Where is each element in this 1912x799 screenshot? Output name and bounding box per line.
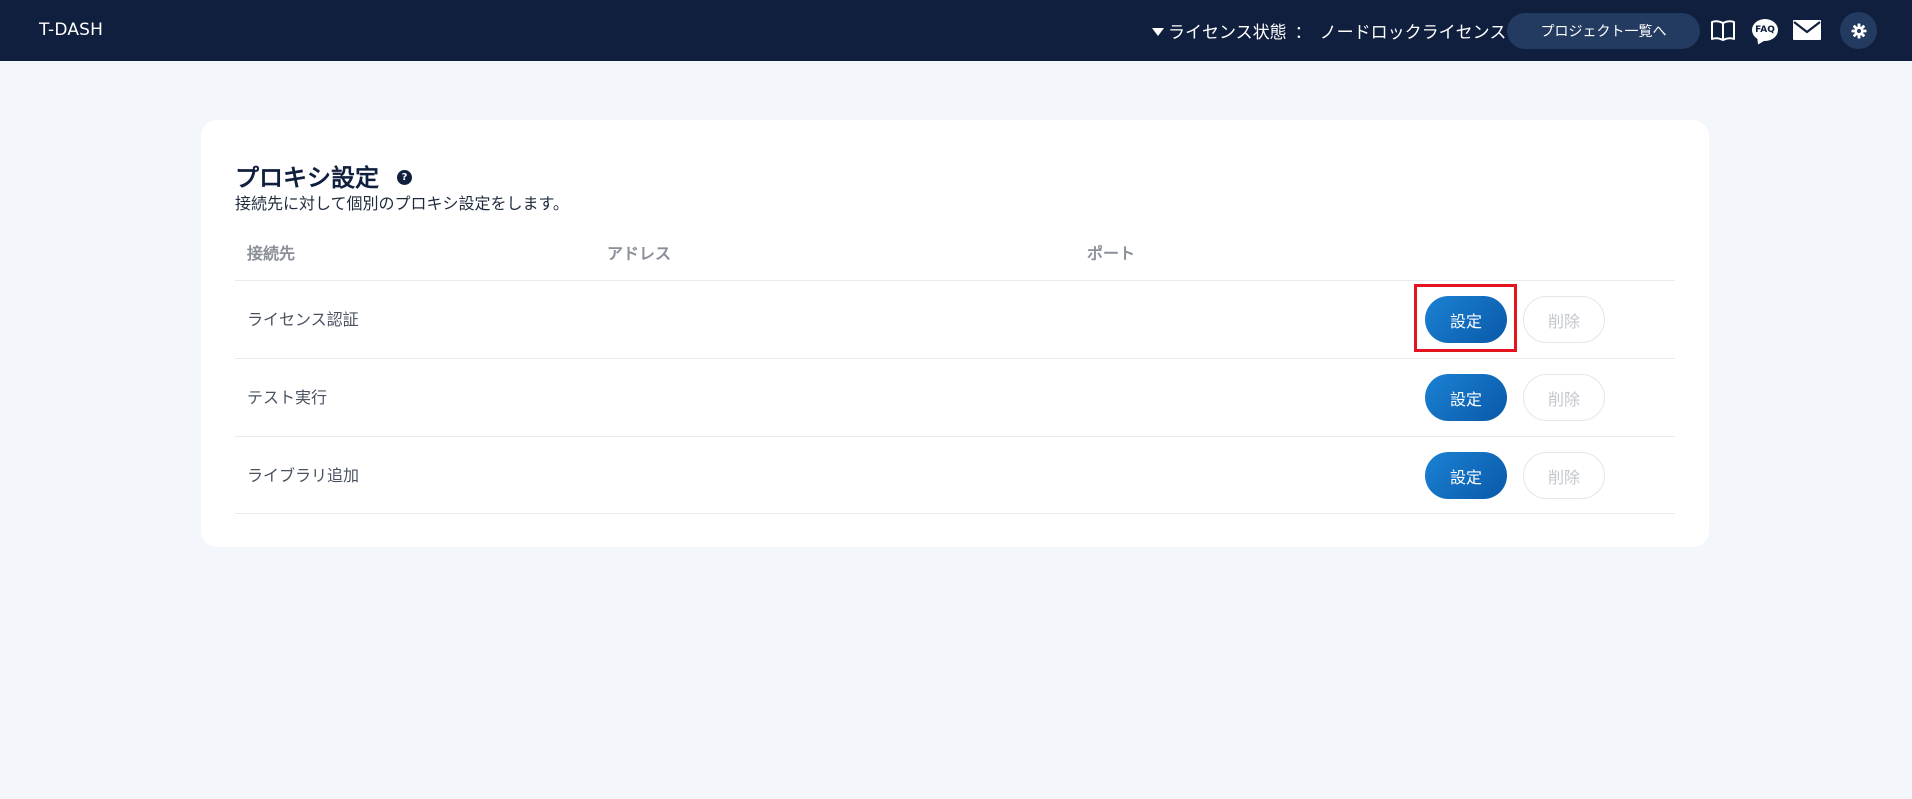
row-label-license-auth: ライセンス認証 <box>247 310 359 329</box>
faq-icon-label: FAQ <box>1752 19 1778 41</box>
column-header-address: アドレス <box>607 244 672 263</box>
set-button-test-run[interactable]: 設定 <box>1425 374 1507 421</box>
brand-logo[interactable]: T-DASH <box>39 0 103 61</box>
settings-button[interactable] <box>1840 12 1877 49</box>
mail-icon[interactable] <box>1793 17 1821 43</box>
row-label-library-add: ライブラリ追加 <box>247 466 360 485</box>
top-nav-bar: T-DASH ライセンス状態 ： ノードロックライセンス プロジェクト一覧へ F… <box>0 0 1912 61</box>
row-label-test-run: テスト実行 <box>247 388 328 407</box>
faq-icon[interactable]: FAQ <box>1752 17 1778 43</box>
license-status-value: ノードロックライセンス <box>1319 23 1507 43</box>
license-status-separator: ： <box>1294 23 1312 43</box>
column-header-port: ポート <box>1087 244 1136 263</box>
table-row: テスト実行 設定 削除 <box>235 358 1675 436</box>
delete-button-test-run[interactable]: 削除 <box>1523 374 1605 421</box>
set-button-license-auth[interactable]: 設定 <box>1425 296 1507 343</box>
help-icon[interactable]: ? <box>397 170 412 185</box>
gear-icon <box>1851 23 1866 38</box>
caret-down-icon <box>1152 27 1164 36</box>
proxy-settings-card: プロキシ設定 ? 接続先に対して個別のプロキシ設定をします。 接続先 アドレス … <box>201 120 1709 547</box>
title-row: プロキシ設定 ? <box>235 158 412 193</box>
project-list-button[interactable]: プロジェクト一覧へ <box>1507 13 1700 49</box>
table-row: ライセンス認証 設定 削除 <box>235 280 1675 358</box>
license-status-label: ライセンス状態 <box>1168 23 1287 43</box>
delete-button-license-auth[interactable]: 削除 <box>1523 296 1605 343</box>
table-row: ライブラリ追加 設定 削除 <box>235 436 1675 514</box>
column-header-destination: 接続先 <box>247 244 296 263</box>
license-status-dropdown[interactable]: ライセンス状態 ： ノードロックライセンス <box>1152 0 1506 61</box>
set-button-library-add[interactable]: 設定 <box>1425 452 1507 499</box>
page-description: 接続先に対して個別のプロキシ設定をします。 <box>235 194 569 213</box>
delete-button-library-add[interactable]: 削除 <box>1523 452 1605 499</box>
book-icon[interactable] <box>1710 17 1736 43</box>
page-title: プロキシ設定 <box>235 164 379 192</box>
